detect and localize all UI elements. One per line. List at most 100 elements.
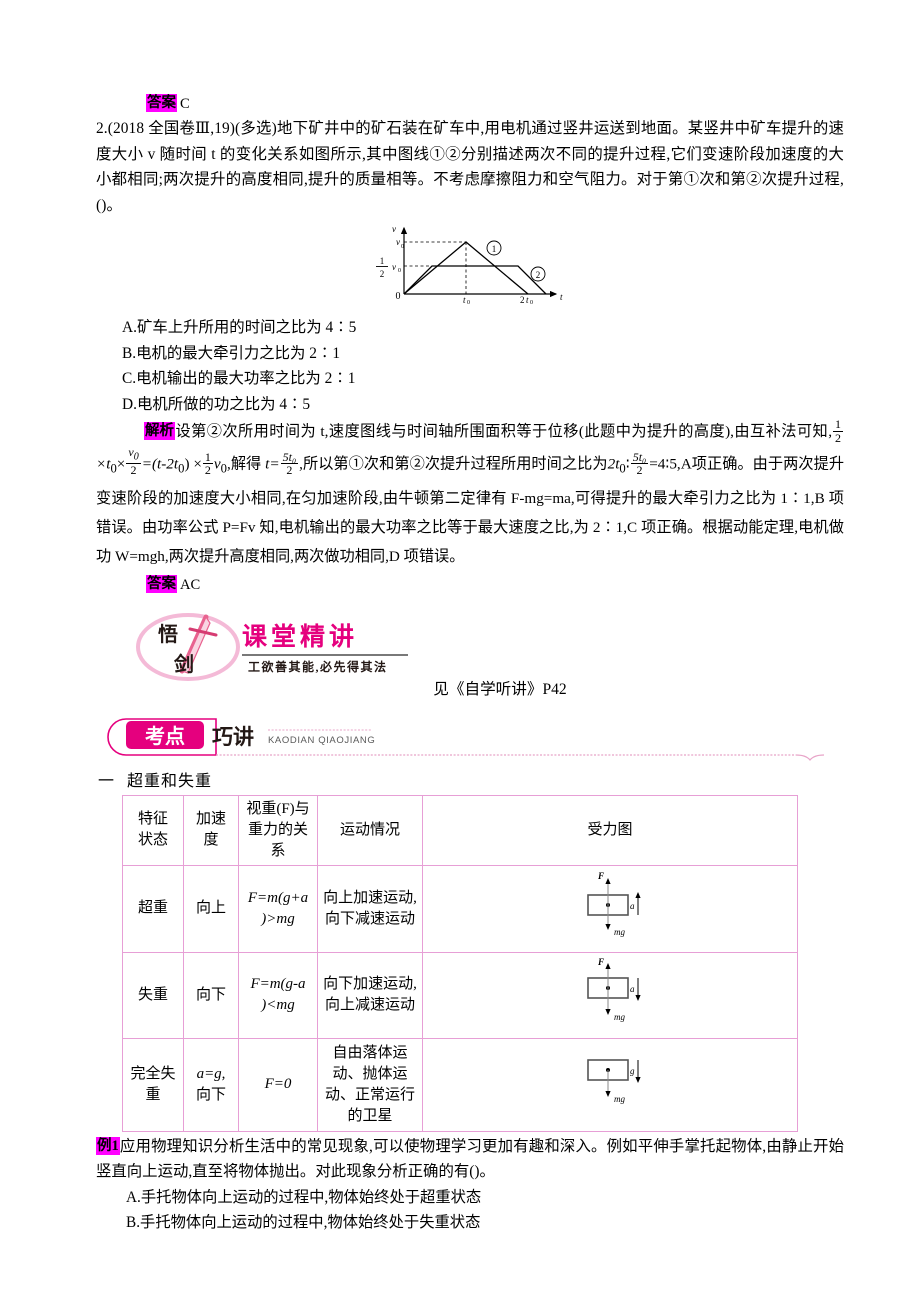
row2-formula: F=m(g-a )<mg	[238, 951, 318, 1039]
row3-accel-a: a=g,	[196, 1065, 226, 1082]
analysis-eq1-eq: =(t-2t	[141, 455, 179, 473]
analysis-ratio-colon: ∶	[625, 455, 630, 473]
analysis-ratio-eq: =4∶5,	[649, 455, 681, 473]
example-1-option-b: B.手托物体向上运动的过程中,物体始终处于失重状态	[126, 1214, 481, 1232]
textbook-page: 答案 C 2.(2018 全国卷Ⅲ,19)(多选)地下矿井中的矿石装在矿车中,用电…	[0, 0, 920, 1302]
answer-row-2: 答案 AC	[96, 573, 844, 597]
row3-accel-b: 向下	[195, 1086, 226, 1103]
analysis-block: 解析设第②次所用时间为 t,速度图线与时间轴所围面积等于位移(此题中为提升的高度…	[96, 417, 844, 571]
example-1-body: 应用物理知识分析生活中的常见现象,可以使物理学习更加有趣和深入。例如平伸手掌托起…	[96, 1137, 844, 1181]
analysis-eq3-t: t=	[265, 455, 280, 473]
analysis-frac-half-2: 12	[202, 449, 213, 478]
answer-value: C	[180, 96, 190, 112]
row3-state: 完全失重	[122, 1037, 184, 1132]
header-cell-apparent-weight: 视重(F)与 重力的关 系	[238, 794, 318, 866]
ketang-jingjiang-logo: 悟 剑 课堂精讲 工欲善其能,必先得其法	[96, 609, 844, 683]
row1-formula-b: )>mg	[261, 910, 295, 927]
svg-text:0: 0	[530, 300, 533, 304]
header-state-line2: 状态	[137, 832, 168, 849]
svg-text:t: t	[463, 295, 466, 304]
logo-title: 课堂精讲	[242, 622, 358, 651]
row2-diagram: F mg a	[422, 951, 798, 1039]
row2-motion: 向下加速运动,向上减速运动	[317, 951, 423, 1039]
curve-2	[403, 265, 547, 295]
svg-text:v: v	[392, 224, 396, 234]
table-row: 完全失重 a=g, 向下 F=0 自由落体运动、抛体运动、正常运行的卫星 mg …	[122, 1037, 798, 1132]
row3-diagram: mg g	[422, 1037, 798, 1132]
logo-subtitle: 工欲善其能,必先得其法	[248, 659, 388, 674]
svg-text:t: t	[526, 295, 529, 304]
row1-top-label: F	[597, 871, 604, 881]
q2-option-b: B.电机的最大牵引力之比为 2∶1	[122, 344, 341, 362]
row1-motion: 向上加速运动,向下减速运动	[317, 864, 423, 953]
header-cell-motion: 运动情况	[317, 794, 423, 866]
row2-top-label: F	[597, 957, 604, 967]
example-tag: 例1	[96, 1136, 120, 1155]
analysis-part-2: ,所以第①次和第②次提升过程所用时间之比为	[299, 455, 608, 473]
logo-char-bottom: 剑	[173, 652, 194, 676]
vt-graph-svg: v v 0 1 2 v 0 0 t 0 2 t 0 t 1 2	[376, 224, 563, 306]
row3-side-label: g	[630, 1066, 635, 1076]
q2-option-c: C.电机输出的最大功率之比为 2∶1	[122, 370, 356, 388]
row1-formula: F=m(g+a )>mg	[238, 864, 318, 953]
force-diagram-overweight: F mg a	[587, 871, 641, 937]
analysis-eq2-v: v	[213, 455, 221, 473]
svg-text:0: 0	[401, 244, 404, 250]
kaodian-banner-svg: 考点 巧讲 KAODIAN QIAOJIANG	[107, 718, 825, 761]
table-header-row: 特征 状态 加速 度 视重(F)与 重力的关 系 运动情况 受力图	[122, 794, 798, 866]
row1-diagram: F mg a	[422, 864, 798, 953]
logo-char-top: 悟	[158, 622, 178, 646]
row1-state: 超重	[122, 864, 184, 953]
svg-text:0: 0	[398, 268, 401, 274]
header-cell-force-diagram: 受力图	[422, 794, 798, 866]
kaodian-banner: 考点 巧讲 KAODIAN QIAOJIANG	[96, 715, 844, 761]
row2-formula-b: )<mg	[261, 997, 295, 1014]
kaodian-label-left: 考点	[145, 724, 185, 748]
svg-text:2: 2	[536, 270, 541, 280]
svg-text:2: 2	[380, 269, 385, 279]
svg-text:1: 1	[492, 244, 497, 254]
analysis-eq1-close: ) ×	[184, 455, 202, 473]
row2-side-label: a	[630, 984, 635, 994]
row1-formula-a: F=m(g+a	[247, 889, 309, 906]
answer-value-2: AC	[180, 576, 201, 593]
row1-side-label: a	[630, 901, 635, 911]
svg-text:0: 0	[467, 300, 470, 304]
force-diagram-weightless: F mg a	[587, 957, 641, 1022]
header-accel-line1: 加速	[195, 811, 226, 828]
svg-text:2: 2	[520, 295, 525, 304]
analysis-frac-half-1: 12	[833, 417, 843, 445]
analysis-frac-5t0-2b: 5t₀ 2	[630, 449, 649, 478]
section-heading: 一超重和失重	[96, 767, 844, 791]
header-aw-line2: 重力的关	[247, 821, 308, 838]
section-title: 超重和失重	[127, 772, 213, 790]
header-cell-state: 特征 状态	[122, 794, 184, 866]
row3-formula: F=0	[238, 1037, 318, 1132]
analysis-part-1: 设第②次所用时间为 t,速度图线与时间轴所围面积等于位移(此题中为提升的高度),…	[175, 423, 832, 441]
logo-svg: 悟 剑 课堂精讲 工欲善其能,必先得其法	[136, 612, 408, 681]
svg-text:0: 0	[396, 291, 401, 302]
analysis-frac-v0-2: v0 2	[126, 445, 141, 478]
analysis-ratio-left: 2t	[607, 455, 620, 473]
analysis-eq2-comma: ,解得	[226, 455, 266, 473]
table-row: 超重 向上 F=m(g+a )>mg 向上加速运动,向下减速运动 F mg a	[122, 864, 798, 953]
svg-text:v: v	[392, 262, 396, 272]
analysis-eq1-times: ×	[116, 455, 126, 473]
vt-graph-figure: v v 0 1 2 v 0 0 t 0 2 t 0 t 1 2	[96, 222, 844, 309]
header-accel-line2: 度	[203, 832, 219, 849]
kaodian-pinyin: KAODIAN QIAOJIANG	[268, 735, 375, 746]
answer-tag: 答案	[146, 94, 177, 112]
section-number: 一	[98, 772, 116, 790]
row2-formula-a: F=m(g-a	[250, 976, 306, 993]
answer-tag-2: 答案	[146, 574, 177, 593]
svg-text:v: v	[396, 237, 400, 247]
example-1-block: 例1应用物理知识分析生活中的常见现象,可以使物理学习更加有趣和深入。例如平伸手掌…	[96, 1134, 844, 1185]
question-2-text: 2.(2018 全国卷Ⅲ,19)(多选)地下矿井中的矿石装在矿车中,用电机通过竖…	[96, 120, 844, 214]
analysis-eq1-mid: ×t	[96, 455, 111, 473]
force-diagram-full-weightless: mg g	[587, 1059, 641, 1104]
row2-state: 失重	[122, 951, 184, 1039]
kaodian-label-right: 巧讲	[212, 725, 254, 749]
header-state-line1: 特征	[137, 811, 168, 828]
q2-option-a: A.矿车上升所用的时间之比为 4∶5	[122, 319, 357, 336]
row2-bottom-label: mg	[614, 1012, 625, 1022]
